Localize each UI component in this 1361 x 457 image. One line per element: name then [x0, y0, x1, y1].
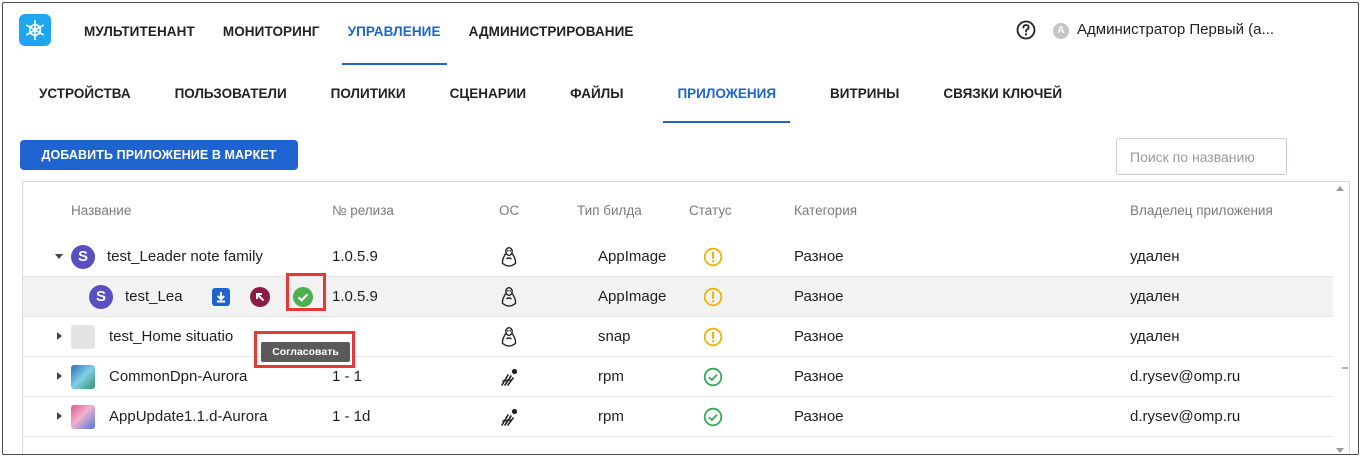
- top-nav-administration[interactable]: АДМИНИСТРИРОВАНИЕ: [463, 3, 640, 65]
- tab-applications[interactable]: ПРИЛОЖЕНИЯ: [663, 78, 791, 123]
- app-icon: [71, 405, 95, 429]
- build-type: AppImage: [598, 288, 667, 305]
- success-status-icon: [703, 407, 723, 427]
- download-icon[interactable]: [212, 288, 230, 306]
- chevron-right-icon[interactable]: [53, 370, 65, 382]
- build-type: snap: [598, 328, 631, 345]
- aurora-os-icon: [501, 368, 518, 386]
- approve-tooltip: Согласовать: [261, 342, 350, 362]
- category: Разное: [794, 248, 844, 265]
- aurora-os-icon: [501, 408, 518, 426]
- build-type: rpm: [598, 368, 624, 385]
- category: Разное: [794, 368, 844, 385]
- tab-policies[interactable]: ПОЛИТИКИ: [327, 78, 410, 123]
- warning-status-icon: [703, 327, 723, 347]
- owner: удален: [1130, 288, 1180, 305]
- add-app-to-market-button[interactable]: ДОБАВИТЬ ПРИЛОЖЕНИЕ В МАРКЕТ: [20, 140, 298, 170]
- release-number: 1.0.5.9: [332, 248, 378, 265]
- success-status-icon: [703, 367, 723, 387]
- table-row[interactable]: S test_Lea 1.0.5.9 AppImage Разное удале…: [23, 277, 1333, 317]
- top-nav: МУЛЬТИТЕНАНТ МОНИТОРИНГ УПРАВЛЕНИЕ АДМИН…: [78, 3, 656, 65]
- app-icon-placeholder: [71, 325, 95, 349]
- table-row[interactable]: CommonDpn-Aurora 1 - 1 rpm Разное d.ryse…: [23, 357, 1333, 397]
- col-owner[interactable]: Владелец приложения: [1130, 203, 1273, 218]
- table-row[interactable]: AppUpdate1.1.d-Aurora 1 - 1d rpm Разное …: [23, 397, 1333, 437]
- chevron-down-icon[interactable]: [53, 250, 65, 262]
- tab-keychains[interactable]: СВЯЗКИ КЛЮЧЕЙ: [939, 78, 1066, 123]
- approve-highlight: [286, 273, 326, 311]
- top-nav-management[interactable]: УПРАВЛЕНИЕ: [341, 3, 447, 65]
- warning-status-icon: [703, 287, 723, 307]
- col-release[interactable]: № релиза: [332, 203, 394, 218]
- tab-users[interactable]: ПОЛЬЗОВАТЕЛИ: [171, 78, 291, 123]
- app-window: МУЛЬТИТЕНАНТ МОНИТОРИНГ УПРАВЛЕНИЕ АДМИН…: [2, 2, 1359, 455]
- tab-scenarios[interactable]: СЦЕНАРИИ: [446, 78, 531, 123]
- app-icon: [71, 365, 95, 389]
- build-type: AppImage: [598, 248, 667, 265]
- top-bar: МУЛЬТИТЕНАНТ МОНИТОРИНГ УПРАВЛЕНИЕ АДМИН…: [3, 3, 1358, 65]
- category: Разное: [794, 408, 844, 425]
- section-tabs: УСТРОЙСТВА ПОЛЬЗОВАТЕЛИ ПОЛИТИКИ СЦЕНАРИ…: [3, 78, 1358, 123]
- user-name[interactable]: Администратор Первый (а...: [1077, 21, 1274, 38]
- revoke-icon[interactable]: [250, 287, 270, 307]
- top-nav-multitenant[interactable]: МУЛЬТИТЕНАНТ: [78, 3, 201, 65]
- app-icon: S: [71, 245, 95, 269]
- help-icon[interactable]: [1016, 20, 1036, 40]
- category: Разное: [794, 328, 844, 345]
- app-name[interactable]: test_Leader note family: [107, 248, 263, 265]
- col-name[interactable]: Название: [71, 203, 131, 218]
- linux-icon: [501, 287, 517, 307]
- tab-storefronts[interactable]: ВИТРИНЫ: [826, 78, 903, 123]
- chevron-right-icon[interactable]: [53, 410, 65, 422]
- tab-devices[interactable]: УСТРОЙСТВА: [35, 78, 135, 123]
- release-number: 1 - 1: [332, 368, 363, 385]
- warning-status-icon: [703, 247, 723, 267]
- app-icon: S: [89, 285, 113, 309]
- app-name[interactable]: AppUpdate1.1.d-Aurora: [109, 408, 267, 425]
- app-name[interactable]: test_Home situatio: [109, 328, 233, 345]
- col-category[interactable]: Категория: [794, 203, 857, 218]
- apps-table: Название № релиза ОС Тип билда Статус Ка…: [22, 181, 1350, 454]
- linux-icon: [501, 247, 517, 267]
- logo-icon[interactable]: [19, 14, 51, 46]
- owner: удален: [1130, 328, 1180, 345]
- owner: удален: [1130, 248, 1180, 265]
- top-nav-monitoring[interactable]: МОНИТОРИНГ: [217, 3, 326, 65]
- col-build[interactable]: Тип билда: [577, 203, 642, 218]
- table-scrollbar[interactable]: [1331, 182, 1349, 454]
- table-row[interactable]: S test_Leader note family 1.0.5.9 AppIma…: [23, 237, 1333, 277]
- release-number: 1 - 1d: [332, 408, 371, 425]
- category: Разное: [794, 288, 844, 305]
- col-os[interactable]: ОС: [499, 203, 519, 218]
- col-status[interactable]: Статус: [689, 203, 732, 218]
- table-header: Название № релиза ОС Тип билда Статус Ка…: [23, 182, 1349, 240]
- release-number: 1.0.5.9: [332, 288, 378, 305]
- owner: d.rysev@omp.ru: [1130, 368, 1241, 385]
- chevron-right-icon[interactable]: [53, 330, 65, 342]
- user-avatar[interactable]: A: [1053, 23, 1069, 39]
- linux-icon: [501, 327, 517, 347]
- build-type: rpm: [598, 408, 624, 425]
- search-input[interactable]: [1116, 138, 1287, 175]
- owner: d.rysev@omp.ru: [1130, 408, 1241, 425]
- tab-files[interactable]: ФАЙЛЫ: [566, 78, 627, 123]
- app-name[interactable]: CommonDpn-Aurora: [109, 368, 247, 385]
- table-row[interactable]: test_Home situatio snap Разное удален: [23, 317, 1333, 357]
- app-name[interactable]: test_Lea: [125, 288, 183, 305]
